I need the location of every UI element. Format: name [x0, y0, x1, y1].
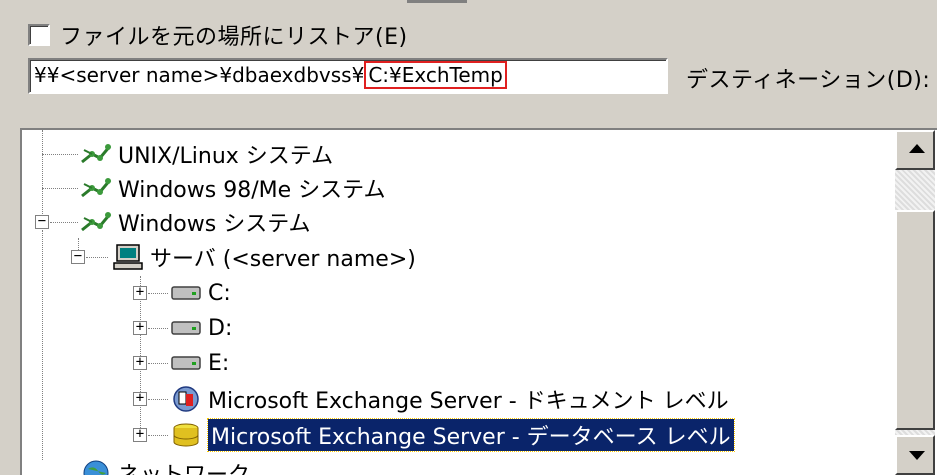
tree-line — [42, 188, 78, 189]
tree-line — [50, 222, 78, 223]
network-icon — [80, 140, 112, 168]
tree-item-label: Microsoft Exchange Server - ドキュメント レベル — [208, 389, 729, 414]
scroll-up-button[interactable] — [895, 130, 935, 170]
tree-item-label: Windows システム — [118, 212, 311, 237]
database-icon — [170, 421, 202, 449]
computer-icon — [112, 243, 144, 271]
tree-item-label: サーバ (<server name>) — [150, 247, 416, 272]
tree-line — [148, 435, 168, 436]
globe-icon — [80, 459, 112, 475]
collapse-windows-system-icon[interactable]: − — [35, 214, 49, 229]
tree-line — [86, 257, 108, 258]
tree-line — [148, 293, 168, 294]
tree-item-drive-d[interactable]: D: — [170, 310, 232, 346]
expand-d-icon[interactable]: + — [133, 320, 147, 335]
tree-item-label: UNIX/Linux システム — [118, 144, 334, 169]
arrow-down-icon — [909, 451, 925, 460]
expand-e-icon[interactable]: + — [133, 355, 147, 370]
collapse-server-icon[interactable]: − — [71, 249, 85, 264]
tree-item-label: D: — [208, 315, 233, 341]
network-icon — [80, 208, 112, 236]
exchange-doc-icon — [170, 385, 202, 413]
drive-icon — [170, 279, 202, 307]
arrow-up-icon — [909, 144, 925, 153]
tree-item-network[interactable]: ネットワーク — [80, 455, 250, 475]
tree-line — [42, 130, 43, 218]
destination-label: デスティネーション(D): — [686, 68, 931, 93]
tree-item-server[interactable]: サーバ (<server name>) — [112, 239, 416, 275]
scroll-down-button[interactable] — [895, 435, 935, 475]
tree-item-label: ネットワーク — [118, 457, 250, 475]
tree-item-windows[interactable]: Windows システム — [80, 204, 311, 240]
path-prefix: ¥¥<server name>¥dbaexdbvss¥ — [34, 63, 365, 87]
network-icon — [80, 174, 112, 202]
restore-original-location-label[interactable]: ファイルを元の場所にリストア(E) — [60, 19, 408, 51]
scroll-thumb[interactable] — [895, 210, 935, 430]
tree-item-label: E: — [208, 350, 230, 376]
tree-item-label: Windows 98/Me システム — [118, 178, 386, 203]
top-edge-segment — [407, 0, 467, 7]
tree-line — [148, 328, 168, 329]
expand-exchange-doc-icon[interactable]: + — [133, 391, 147, 406]
restore-original-location-row[interactable]: ファイルを元の場所にリストア(E) — [28, 18, 408, 52]
tree-item-win98[interactable]: Windows 98/Me システム — [80, 170, 385, 206]
tree-scrollbar[interactable] — [895, 130, 935, 475]
tree-item-exchange-db[interactable]: Microsoft Exchange Server - データベース レベル — [170, 417, 735, 453]
expand-exchange-db-icon[interactable]: + — [133, 427, 147, 442]
tree-line — [148, 399, 168, 400]
destination-tree[interactable]: − − + + + + + UNIX/Linux システム Windows 98… — [20, 128, 937, 475]
path-highlight: C:¥ExchTemp — [364, 61, 507, 89]
tree-line — [42, 154, 78, 155]
tree-line — [148, 363, 168, 364]
tree-item-drive-e[interactable]: E: — [170, 345, 229, 381]
tree-item-unix[interactable]: UNIX/Linux システム — [80, 136, 333, 172]
tree-item-label: C: — [208, 280, 231, 306]
destination-path-input[interactable]: ¥¥<server name>¥dbaexdbvss¥ C:¥ExchTemp — [28, 58, 668, 94]
restore-original-location-checkbox[interactable] — [28, 24, 50, 46]
tree-line — [42, 230, 43, 460]
expand-c-icon[interactable]: + — [133, 285, 147, 300]
tree-item-drive-c[interactable]: C: — [170, 275, 231, 311]
drive-icon — [170, 349, 202, 377]
tree-item-label: Microsoft Exchange Server - データベース レベル — [207, 418, 735, 452]
drive-icon — [170, 314, 202, 342]
tree-item-exchange-doc[interactable]: Microsoft Exchange Server - ドキュメント レベル — [170, 381, 729, 417]
top-edge — [0, 0, 937, 14]
